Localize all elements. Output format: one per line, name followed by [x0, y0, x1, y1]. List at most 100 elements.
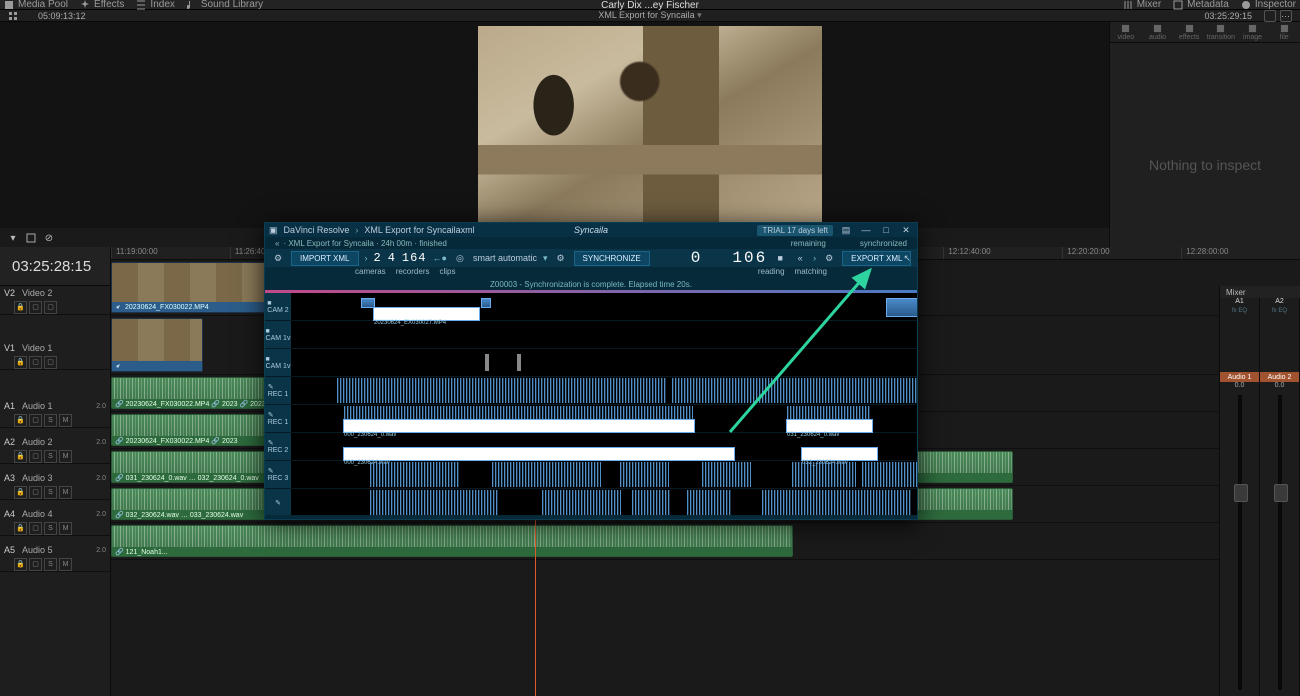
lock-icon[interactable]: 🔒 — [14, 450, 27, 463]
lock-icon[interactable]: 🔒 — [14, 414, 27, 427]
viewer[interactable] — [0, 22, 1300, 228]
syncaila-clip[interactable]: 000_230624.wav — [343, 447, 735, 461]
syncaila-row-CAM 1v[interactable]: ■CAM 1v — [265, 349, 917, 377]
syncaila-export-button[interactable]: EXPORT XML — [842, 251, 911, 266]
mute-button[interactable]: M — [59, 450, 72, 463]
auto-select-icon[interactable]: ▢ — [29, 414, 42, 427]
lock-icon[interactable]: 🔒 — [14, 356, 27, 369]
ruler-tick: 11:19:00:00 — [111, 247, 230, 259]
options-icon[interactable]: ⋯ — [1280, 10, 1292, 22]
mute-button[interactable]: M — [59, 414, 72, 427]
auto-select-icon[interactable]: ▢ — [29, 486, 42, 499]
syncaila-target-icon[interactable]: ◎ — [453, 251, 467, 265]
track-head-A3[interactable]: A3Audio 32.0 🔒 ▢ SM — [0, 471, 110, 500]
fader[interactable] — [1238, 395, 1242, 690]
solo-button[interactable]: S — [44, 414, 57, 427]
syncaila-close-icon[interactable]: ✕ — [899, 224, 913, 236]
auto-select-icon[interactable]: ▢ — [29, 450, 42, 463]
proxy-toggle[interactable] — [1264, 10, 1276, 22]
auto-select-icon[interactable]: ▢ — [29, 356, 42, 369]
syncaila-row-CAM 2[interactable]: ■CAM 220230624_EX030027.MP4 — [265, 293, 917, 321]
mixer-strip-A1[interactable]: A1fx EQ Audio 10.0 — [1220, 298, 1260, 696]
syncaila-stop-icon[interactable]: ■ — [773, 251, 787, 265]
bypass-icon[interactable]: ⊘ — [42, 231, 56, 245]
inspector-tab-effects[interactable]: effects — [1173, 22, 1205, 42]
disable-button[interactable]: ▢ — [44, 356, 57, 369]
audio-clip[interactable]: 🔗 121_Noah1... — [111, 525, 793, 557]
syncaila-grid-icon[interactable]: ▤ — [839, 224, 853, 236]
mixer-strip-A2[interactable]: A2fx EQ Audio 20.0 — [1260, 298, 1300, 696]
syncaila-tab-matching[interactable]: matching — [795, 267, 827, 279]
syncaila-titlebar[interactable]: ▣ DaVinci Resolve › XML Export for Synca… — [265, 223, 917, 237]
syncaila-row-REC 2[interactable]: ✎REC 2000_230624.wav032_230624.wav — [265, 433, 917, 461]
track-head-V1[interactable]: V1Video 1 🔒 ▢ ▢ — [0, 341, 110, 370]
track-head-A5[interactable]: A5Audio 52.0 🔒 ▢ SM — [0, 543, 110, 572]
syncaila-row-CAM 1v[interactable]: ■CAM 1v — [265, 321, 917, 349]
video-clip[interactable]: 20230624_FX030022.MP4 — [111, 262, 268, 313]
syncaila-gear2-icon[interactable]: ⚙ — [822, 251, 836, 265]
syncaila-tab-recorders[interactable]: recorders — [396, 267, 430, 279]
mixer-button[interactable]: Mixer — [1123, 0, 1161, 10]
solo-button[interactable]: S — [44, 450, 57, 463]
inspector-tab-file[interactable]: file — [1268, 22, 1300, 42]
sound-library-button[interactable]: Sound Library — [187, 0, 263, 10]
syncaila-import-button[interactable]: IMPORT XML — [291, 251, 359, 266]
solo-button[interactable]: S — [44, 522, 57, 535]
syncaila-settings-icon[interactable]: ⚙ — [271, 251, 285, 265]
fader[interactable] — [1278, 395, 1282, 690]
lock-icon[interactable]: 🔒 — [14, 522, 27, 535]
syncaila-row-REC 1[interactable]: ✎REC 1000_230624_0.wav031_230624_0.wav — [265, 405, 917, 433]
syncaila-clip[interactable] — [886, 298, 917, 316]
auto-select-icon[interactable]: ▢ — [29, 558, 42, 571]
syncaila-row-REC 3[interactable]: ✎REC 3 — [265, 461, 917, 489]
inspector-button[interactable]: Inspector — [1241, 0, 1296, 10]
mute-button[interactable]: M — [59, 486, 72, 499]
syncaila-tab-reading[interactable]: reading — [758, 267, 785, 279]
syncaila-row-REC 1[interactable]: ✎REC 1 — [265, 377, 917, 405]
zoom-dropdown[interactable]: ▾ — [6, 231, 20, 245]
track-head-A4[interactable]: A4Audio 42.0 🔒 ▢ SM — [0, 507, 110, 536]
record-timecode: 03:25:29:15 — [1204, 11, 1252, 21]
timeline-name[interactable]: XML Export for Syncaila ▾ — [598, 10, 701, 21]
syncaila-row-[interactable]: ✎ — [265, 489, 917, 515]
syncaila-tracks[interactable]: ■CAM 220230624_EX030027.MP4■CAM 1v■CAM 1… — [265, 293, 917, 515]
solo-button[interactable]: S — [44, 486, 57, 499]
crop-icon[interactable] — [24, 231, 38, 245]
syncaila-clip[interactable]: 20230624_EX030027.MP4 — [373, 307, 480, 321]
syncaila-tab-cameras[interactable]: cameras — [355, 267, 386, 279]
syncaila-clip[interactable]: 000_230624_0.wav — [343, 419, 695, 433]
syncaila-max-icon[interactable]: □ — [879, 224, 893, 236]
bin-icon[interactable] — [8, 11, 18, 21]
inspector-tab-video[interactable]: video — [1110, 22, 1142, 42]
track-head-A1[interactable]: A1Audio 12.0 🔒 ▢ SM — [0, 399, 110, 428]
solo-button[interactable]: S — [44, 558, 57, 571]
index-button[interactable]: Index — [136, 0, 174, 10]
inspector-tab-image[interactable]: image — [1237, 22, 1269, 42]
track-A5[interactable]: 🔗 121_Noah1... — [111, 523, 1300, 560]
syncaila-min-icon[interactable]: — — [859, 224, 873, 236]
effects-button[interactable]: Effects — [80, 0, 124, 10]
syncaila-clip[interactable]: 031_230624_0.wav — [786, 419, 873, 433]
syncaila-clip[interactable]: 032_230624.wav — [801, 447, 878, 461]
lock-icon[interactable]: 🔒 — [14, 301, 27, 314]
track-head-A2[interactable]: A2Audio 22.0 🔒 ▢ SM — [0, 435, 110, 464]
lock-icon[interactable]: 🔒 — [14, 486, 27, 499]
syncaila-gear-icon[interactable]: ⚙ — [554, 251, 568, 265]
auto-select-icon[interactable]: ▢ — [29, 301, 42, 314]
syncaila-window[interactable]: ▣ DaVinci Resolve › XML Export for Synca… — [264, 222, 918, 520]
mute-button[interactable]: M — [59, 558, 72, 571]
syncaila-rewind-icon[interactable]: « — [793, 251, 807, 265]
metadata-button[interactable]: Metadata — [1173, 0, 1229, 10]
disable-button[interactable]: ▢ — [44, 301, 57, 314]
syncaila-tab-clips[interactable]: clips — [439, 267, 455, 279]
track-head-V2[interactable]: V2Video 2 🔒 ▢ ▢ — [0, 286, 110, 315]
inspector-tab-transition[interactable]: transition — [1205, 22, 1237, 42]
auto-select-icon[interactable]: ▢ — [29, 522, 42, 535]
syncaila-sync-button[interactable]: SYNCHRONIZE — [574, 251, 650, 266]
inspector-tab-audio[interactable]: audio — [1142, 22, 1174, 42]
lock-icon[interactable]: 🔒 — [14, 558, 27, 571]
video-clip[interactable] — [111, 318, 203, 372]
syncaila-mode[interactable]: smart automatic — [473, 253, 537, 263]
media-pool-button[interactable]: Media Pool — [4, 0, 68, 10]
mute-button[interactable]: M — [59, 522, 72, 535]
